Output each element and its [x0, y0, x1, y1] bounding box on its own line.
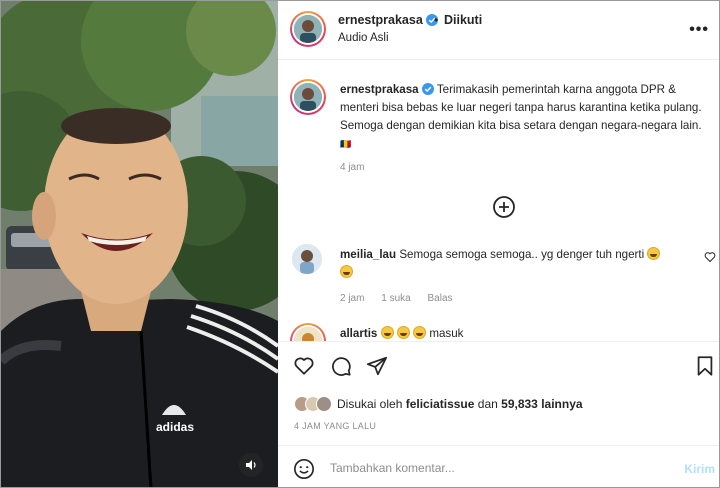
reply-button[interactable]: Balas: [427, 293, 452, 304]
share-icon[interactable]: [366, 355, 388, 377]
audio-link[interactable]: Audio Asli: [338, 32, 389, 44]
add-comment-bar: Kirim: [278, 445, 719, 487]
comment-icon[interactable]: [330, 355, 352, 377]
video-frame: adidas: [1, 1, 278, 487]
post-header: ernestprakasa • Diikuti Audio Asli •••: [278, 1, 719, 60]
likes-prefix: Disukai oleh: [337, 397, 403, 411]
flag-emoji: 🇹🇩: [340, 139, 352, 149]
comment-username[interactable]: allartis: [340, 327, 377, 340]
laughing-emoji-icon: [340, 265, 353, 278]
comment: allartis masuk: [340, 326, 463, 340]
speaker-icon: [246, 460, 256, 470]
caption-timestamp[interactable]: 4 jam: [340, 162, 364, 173]
verified-badge-icon: [421, 83, 434, 95]
caption: ernestprakasa Terimakasih pemerintah kar…: [340, 81, 710, 153]
commenter-avatar[interactable]: [290, 323, 326, 341]
caption-username[interactable]: ernestprakasa: [340, 83, 419, 96]
post-comment-button[interactable]: Kirim: [684, 462, 715, 476]
caption-author-avatar[interactable]: [290, 79, 326, 115]
author-username-text[interactable]: ernestprakasa: [338, 13, 423, 27]
comment-text: masuk: [429, 327, 464, 340]
bookmark-icon[interactable]: [694, 355, 716, 377]
likes-suffix[interactable]: lainnya: [541, 397, 582, 411]
post-video[interactable]: adidas: [1, 1, 278, 487]
comments-section[interactable]: ernestprakasa Terimakasih pemerintah kar…: [278, 61, 719, 341]
following-button[interactable]: Diikuti: [444, 13, 482, 27]
liker-avatar: [316, 396, 332, 412]
commenter-avatar[interactable]: [292, 244, 322, 274]
emoji-picker-icon[interactable]: [293, 458, 315, 480]
likes-count[interactable]: 59,833: [501, 397, 538, 411]
laughing-emoji-icon: [647, 247, 661, 260]
comment-timestamp[interactable]: 2 jam: [340, 293, 364, 304]
heart-icon[interactable]: [293, 355, 315, 377]
likes-text: Disukai oleh feliciatissue dan 59,833 la…: [337, 397, 583, 411]
comment-input[interactable]: [330, 456, 650, 480]
laughing-emoji-icon: [396, 326, 410, 339]
laughing-emoji-icon: [413, 326, 427, 339]
jacket-logo-text: adidas: [156, 420, 194, 434]
comment-text: Semoga semoga semoga.. yg denger tuh nge…: [399, 248, 645, 261]
comment-username[interactable]: meilia_lau: [340, 248, 396, 261]
author-avatar[interactable]: [290, 11, 326, 47]
mute-button[interactable]: [239, 453, 263, 477]
comment-meta: 2 jam 1 suka Balas: [340, 293, 467, 304]
instagram-post-window: adidas ernestprakasa • Diikuti Audio Asl…: [0, 0, 720, 488]
post-actions: Disukai oleh feliciatissue dan 59,833 la…: [278, 341, 719, 445]
post-timestamp[interactable]: 4 JAM YANG LALU: [294, 421, 376, 431]
liker-username[interactable]: feliciatissue: [406, 397, 475, 411]
author-username[interactable]: ernestprakasa: [338, 13, 439, 27]
load-more-comments-icon[interactable]: [492, 195, 516, 219]
comment-likes[interactable]: 1 suka: [381, 293, 410, 304]
post-details-panel: ernestprakasa • Diikuti Audio Asli ••• e…: [278, 1, 719, 487]
more-options-icon[interactable]: •••: [689, 21, 709, 39]
comment: meilia_lau Semoga semoga semoga.. yg den…: [340, 246, 688, 282]
likes-connector: dan: [477, 397, 498, 411]
laughing-emoji-icon: [380, 326, 394, 339]
like-comment-heart-icon[interactable]: [704, 251, 716, 263]
likes-summary[interactable]: Disukai oleh feliciatissue dan 59,833 la…: [294, 394, 583, 414]
header-separator: •: [434, 13, 439, 27]
